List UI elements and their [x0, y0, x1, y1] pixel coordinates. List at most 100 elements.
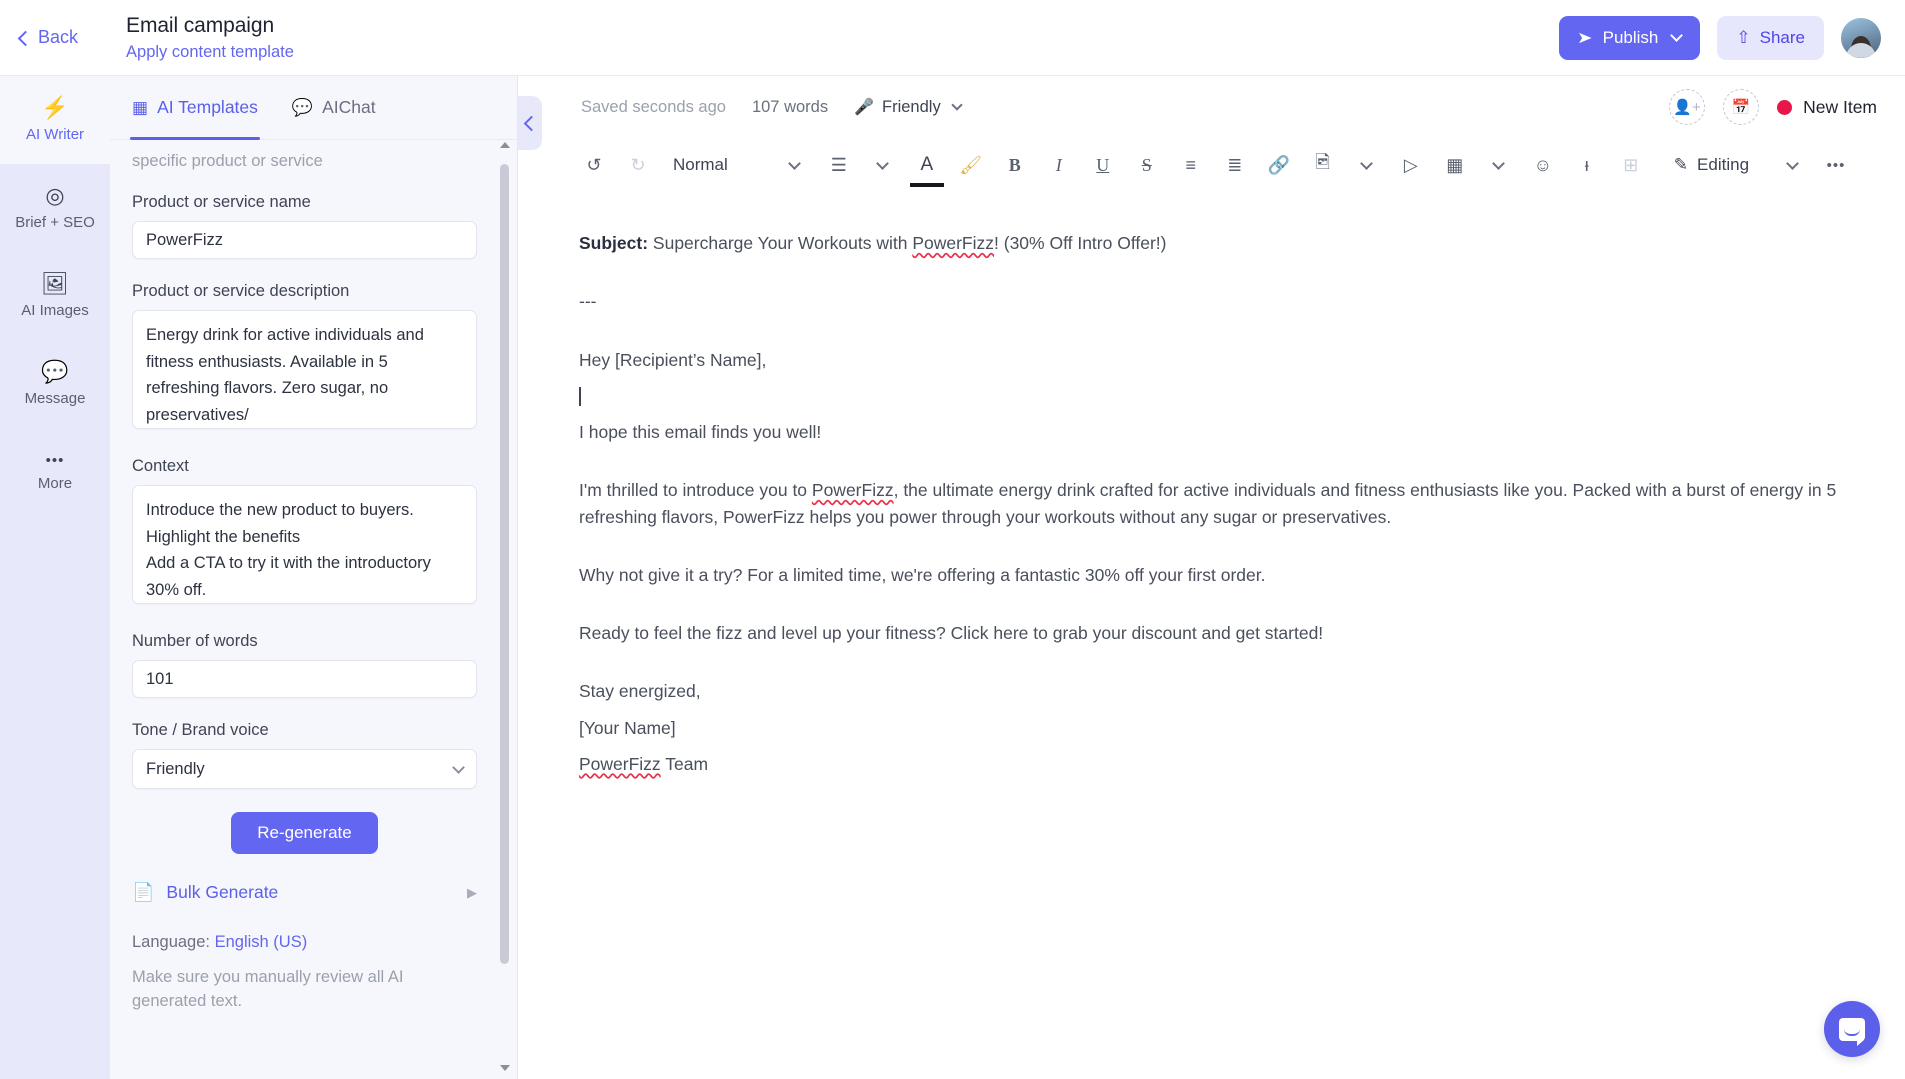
chevron-left-icon — [18, 30, 34, 46]
share-button[interactable]: ⇧ Share — [1717, 16, 1824, 60]
field-product-name: Product or service name — [132, 193, 495, 259]
apply-content-template-link[interactable]: Apply content template — [126, 43, 294, 62]
product-description-textarea[interactable] — [132, 310, 477, 429]
header-actions: ➤ Publish ⇧ Share — [1559, 16, 1881, 60]
bold-button[interactable]: B — [1000, 148, 1030, 182]
image-button[interactable]: 🖻 — [1308, 148, 1338, 182]
tone-label: Tone / Brand voice — [132, 721, 495, 740]
field-tone: Tone / Brand voice Friendly — [132, 721, 495, 789]
status-bar-actions: 👤+ 📅 New Item — [1669, 89, 1877, 125]
scroll-down-icon[interactable] — [500, 1065, 510, 1071]
language-link[interactable]: English (US) — [215, 933, 308, 951]
form-hint: specific product or service — [132, 152, 495, 171]
strikethrough-button[interactable]: S — [1132, 148, 1162, 182]
chevron-down-icon — [1360, 157, 1373, 170]
document-paragraph-offer: Why not give it a try? For a limited tim… — [579, 562, 1845, 588]
add-collaborator-button[interactable]: 👤+ — [1669, 89, 1705, 125]
text-caret-icon — [579, 387, 581, 406]
chevron-down-icon — [1786, 157, 1799, 170]
product-description-label: Product or service description — [132, 282, 495, 301]
table-button[interactable]: ▦ — [1440, 148, 1470, 182]
image-icon: 🖼 — [41, 273, 69, 295]
document-divider: --- — [579, 288, 1845, 314]
subject-label: Subject: — [579, 233, 648, 253]
tab-label: AIChat — [322, 97, 376, 118]
intercom-chat-button[interactable] — [1824, 1001, 1880, 1057]
editing-mode-button[interactable]: ✎ Editing — [1674, 155, 1749, 175]
editing-mode-label: Editing — [1697, 155, 1749, 175]
bulk-generate-label: Bulk Generate — [166, 882, 278, 903]
number-of-words-input[interactable] — [132, 660, 477, 698]
sidebar-item-brief-seo[interactable]: ◎ Brief + SEO — [0, 164, 110, 252]
undo-button[interactable]: ↺ — [579, 148, 609, 182]
status-badge[interactable]: New Item — [1777, 97, 1877, 118]
rail-label: More — [38, 475, 72, 492]
image-caret[interactable] — [1352, 148, 1382, 182]
tab-label: AI Templates — [157, 97, 258, 118]
video-button[interactable]: ▷ — [1396, 148, 1426, 182]
editing-mode-caret[interactable] — [1777, 148, 1807, 182]
smile-icon — [1844, 1029, 1860, 1036]
regenerate-button[interactable]: Re-generate — [231, 812, 378, 854]
sidebar-scrollbar[interactable] — [500, 142, 509, 1071]
emoji-button[interactable]: ☺ — [1528, 148, 1558, 182]
document-paragraph-cta: Ready to feel the fizz and level up your… — [579, 620, 1845, 646]
highlight-button[interactable]: 🖌 — [956, 148, 986, 182]
tone-value: Friendly — [146, 760, 205, 779]
more-options-button[interactable]: ••• — [1821, 148, 1851, 182]
status-dot-icon — [1777, 100, 1792, 115]
bulk-generate-row[interactable]: 📄 Bulk Generate ▶ — [132, 882, 477, 903]
rail-label: Brief + SEO — [15, 214, 95, 231]
paragraph-style-select[interactable]: Normal — [667, 148, 728, 182]
tone-value: Friendly — [882, 98, 941, 117]
underline-button[interactable]: U — [1088, 148, 1118, 182]
paragraph-style-caret[interactable] — [780, 148, 810, 182]
link-button[interactable]: 🔗 — [1264, 148, 1294, 182]
document-subject-line: Subject: Supercharge Your Workouts with … — [579, 230, 1845, 256]
share-label: Share — [1760, 28, 1805, 48]
tab-ai-templates[interactable]: ▦ AI Templates — [132, 76, 258, 140]
tone-select[interactable]: Friendly — [132, 749, 477, 789]
scrollbar-thumb[interactable] — [500, 164, 509, 964]
align-button[interactable]: ☰ — [824, 148, 854, 182]
intro-brand: PowerFizz — [812, 480, 894, 500]
redo-button[interactable]: ↻ — [623, 148, 653, 182]
context-textarea[interactable] — [132, 485, 477, 604]
comment-button[interactable]: ⊞ — [1616, 148, 1646, 182]
tone-selector[interactable]: 🎤 Friendly — [854, 97, 961, 117]
sidebar-item-more[interactable]: ••• More — [0, 428, 110, 516]
numbered-list-button[interactable]: ≣ — [1220, 148, 1250, 182]
product-name-input[interactable] — [132, 221, 477, 259]
text-color-button[interactable]: A — [912, 148, 942, 182]
table-caret[interactable] — [1484, 148, 1514, 182]
message-icon: 💬 — [41, 361, 68, 383]
schedule-button[interactable]: 📅 — [1723, 89, 1759, 125]
text-cursor-line — [579, 383, 1845, 409]
send-icon: ➤ — [1577, 28, 1592, 48]
scroll-up-icon[interactable] — [500, 142, 510, 148]
regenerate-row: Re-generate — [132, 812, 477, 854]
document-greeting: Hey [Recipient’s Name], — [579, 347, 1845, 373]
sidebar-item-message[interactable]: 💬 Message — [0, 340, 110, 428]
sidebar-item-ai-writer[interactable]: ⚡ AI Writer — [0, 76, 110, 164]
clear-formatting-button[interactable]: ᵻ — [1572, 148, 1602, 182]
document-canvas[interactable]: Subject: Supercharge Your Workouts with … — [519, 192, 1905, 777]
title-block: Email campaign Apply content template — [126, 13, 294, 62]
avatar[interactable] — [1841, 18, 1881, 58]
italic-button[interactable]: I — [1044, 148, 1074, 182]
sign-team-brand: PowerFizz — [579, 754, 661, 774]
align-caret[interactable] — [868, 148, 898, 182]
tab-aichat[interactable]: 💬 AIChat — [292, 76, 376, 140]
top-header: Back Email campaign Apply content templa… — [0, 0, 1905, 76]
language-row: Language: English (US) — [132, 933, 495, 952]
document-paragraph-intro: I'm thrilled to introduce you to PowerFi… — [579, 477, 1845, 530]
publish-button[interactable]: ➤ Publish — [1559, 16, 1700, 60]
field-number-of-words: Number of words — [132, 632, 495, 698]
upload-icon: ⇧ — [1736, 28, 1750, 48]
lightning-icon: ⚡ — [41, 97, 68, 119]
collapse-panel-button[interactable] — [518, 96, 542, 150]
sidebar-item-ai-images[interactable]: 🖼 AI Images — [0, 252, 110, 340]
bullet-list-button[interactable]: ≡ — [1176, 148, 1206, 182]
subject-text: Supercharge Your Workouts with — [648, 233, 912, 253]
back-button[interactable]: Back — [20, 27, 78, 48]
